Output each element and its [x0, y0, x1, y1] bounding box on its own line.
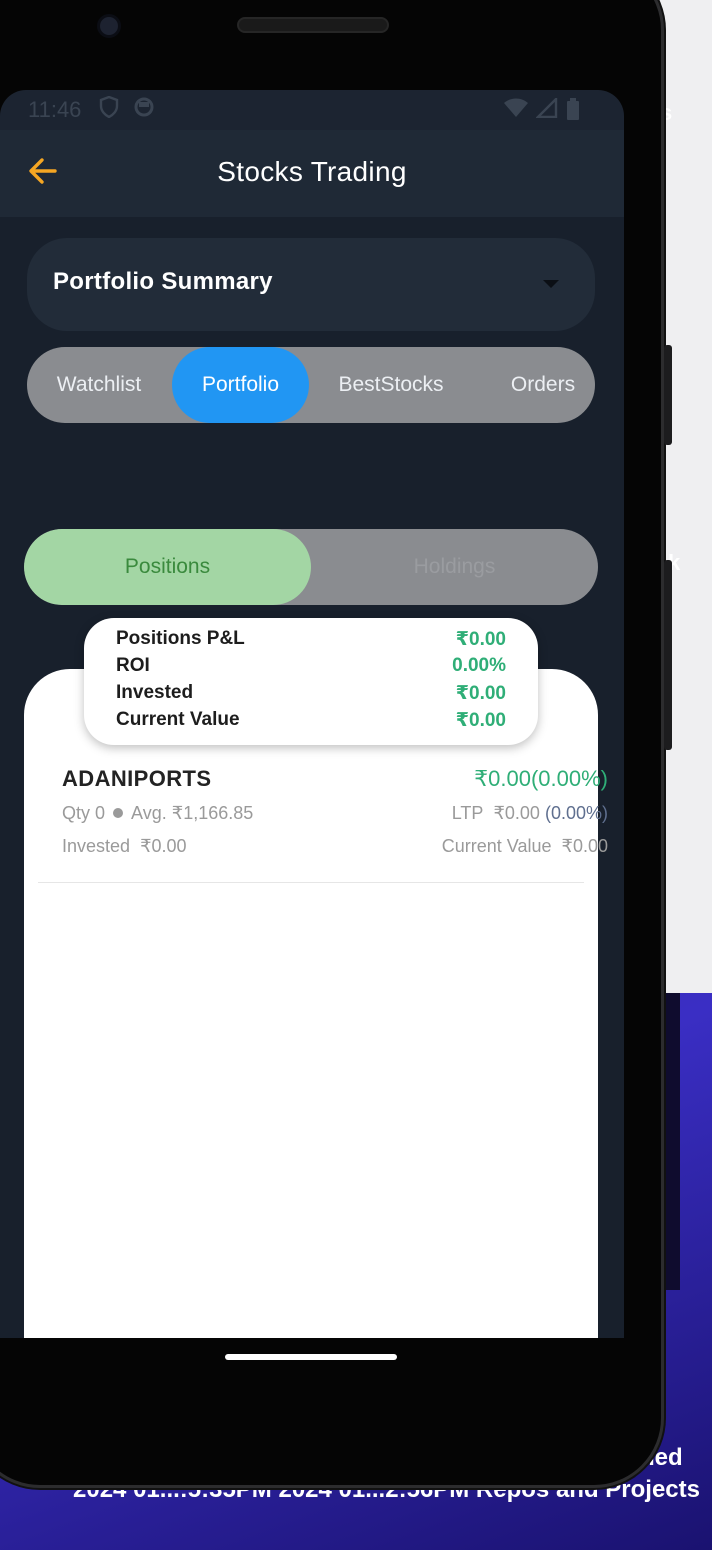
chevron-down-icon [543, 280, 559, 288]
stock-name: ADANIPORTS [62, 766, 212, 791]
main-content: Portfolio Summary Watchlist Portfolio Be… [0, 217, 624, 1338]
ltp-label: LTP [451, 803, 484, 823]
shield-icon [99, 95, 119, 124]
segment-positions[interactable]: Positions [24, 529, 311, 605]
separator-dot [113, 808, 124, 819]
summary-label: Invested [116, 682, 194, 703]
positions-holdings-toggle: Positions Holdings [24, 529, 598, 605]
sync-icon [133, 96, 155, 124]
speaker-grille [237, 17, 389, 33]
page-title: Stocks Trading [217, 156, 407, 187]
tab-watchlist[interactable]: Watchlist [27, 347, 171, 423]
avg-label: Avg. [131, 803, 167, 823]
current-group: Current Value ₹0.00 [442, 836, 608, 857]
summary-label: Current Value [116, 709, 240, 730]
current-label: Current Value [441, 836, 552, 856]
ltp-value: ₹0.00 [493, 803, 540, 823]
positions-card: ADANIPORTS ₹0.00(0.00%) Qty 0 Avg. ₹1,166… [24, 669, 608, 1338]
summary-row-invested: Invested ₹0.00 [116, 682, 506, 709]
tab-orders[interactable]: Orders [487, 347, 599, 423]
invested-value: ₹0.00 [140, 836, 187, 856]
summary-value: ₹0.00 [455, 683, 506, 704]
camera-icon [97, 14, 121, 38]
current-value: ₹0.00 [561, 836, 609, 856]
tab-beststocks[interactable]: BestStocks [317, 347, 465, 423]
portfolio-dropdown[interactable]: Portfolio Summary [27, 238, 595, 331]
qty-label: Qty [62, 803, 91, 823]
volume-button [664, 345, 672, 445]
segment-holdings[interactable]: Holdings [311, 529, 598, 605]
status-icons [504, 98, 580, 120]
invested-label: Invested [62, 836, 131, 856]
stock-line-values: Invested ₹0.00 Current Value ₹0.00 [62, 836, 608, 857]
battery-icon [567, 98, 579, 120]
ltp-group: LTP ₹0.00 (0.00%) [452, 803, 608, 824]
summary-value: ₹0.00 [455, 629, 506, 650]
avg-value: ₹1,166.85 [171, 803, 254, 823]
summary-value: 0.00% [452, 655, 506, 676]
dropdown-label: Portfolio Summary [53, 268, 273, 295]
summary-row-roi: ROI 0.00% [116, 655, 506, 682]
signal-icon [536, 98, 558, 118]
main-tabs: Watchlist Portfolio BestStocks Orders [27, 347, 595, 423]
app-screen: 11:46 Stocks Trading Portfolio Summary W… [0, 90, 624, 1338]
stock-pnl: ₹0.00(0.00%) [474, 766, 608, 791]
tab-portfolio[interactable]: Portfolio [172, 347, 309, 423]
status-time: 11:46 [28, 97, 82, 122]
summary-label: Positions P&L [116, 628, 245, 649]
home-gesture-bar[interactable] [225, 1354, 397, 1360]
summary-label: ROI [116, 655, 150, 676]
status-bar: 11:46 [0, 90, 624, 130]
qty-value: 0 [95, 803, 106, 823]
summary-row-current-value: Current Value ₹0.00 [116, 709, 506, 736]
wifi-icon [504, 98, 528, 117]
positions-summary: Positions P&L ₹0.00 ROI 0.00% Invested ₹… [84, 618, 538, 745]
ltp-percent: (0.00%) [544, 803, 608, 823]
summary-row-pnl: Positions P&L ₹0.00 [116, 628, 506, 655]
summary-value: ₹0.00 [455, 710, 506, 731]
divider [38, 882, 584, 883]
stock-line-qty: Qty 0 Avg. ₹1,166.85 LTP ₹0.00 (0.00%) [62, 803, 608, 824]
app-bar: Stocks Trading [0, 130, 624, 217]
power-button [664, 560, 672, 750]
